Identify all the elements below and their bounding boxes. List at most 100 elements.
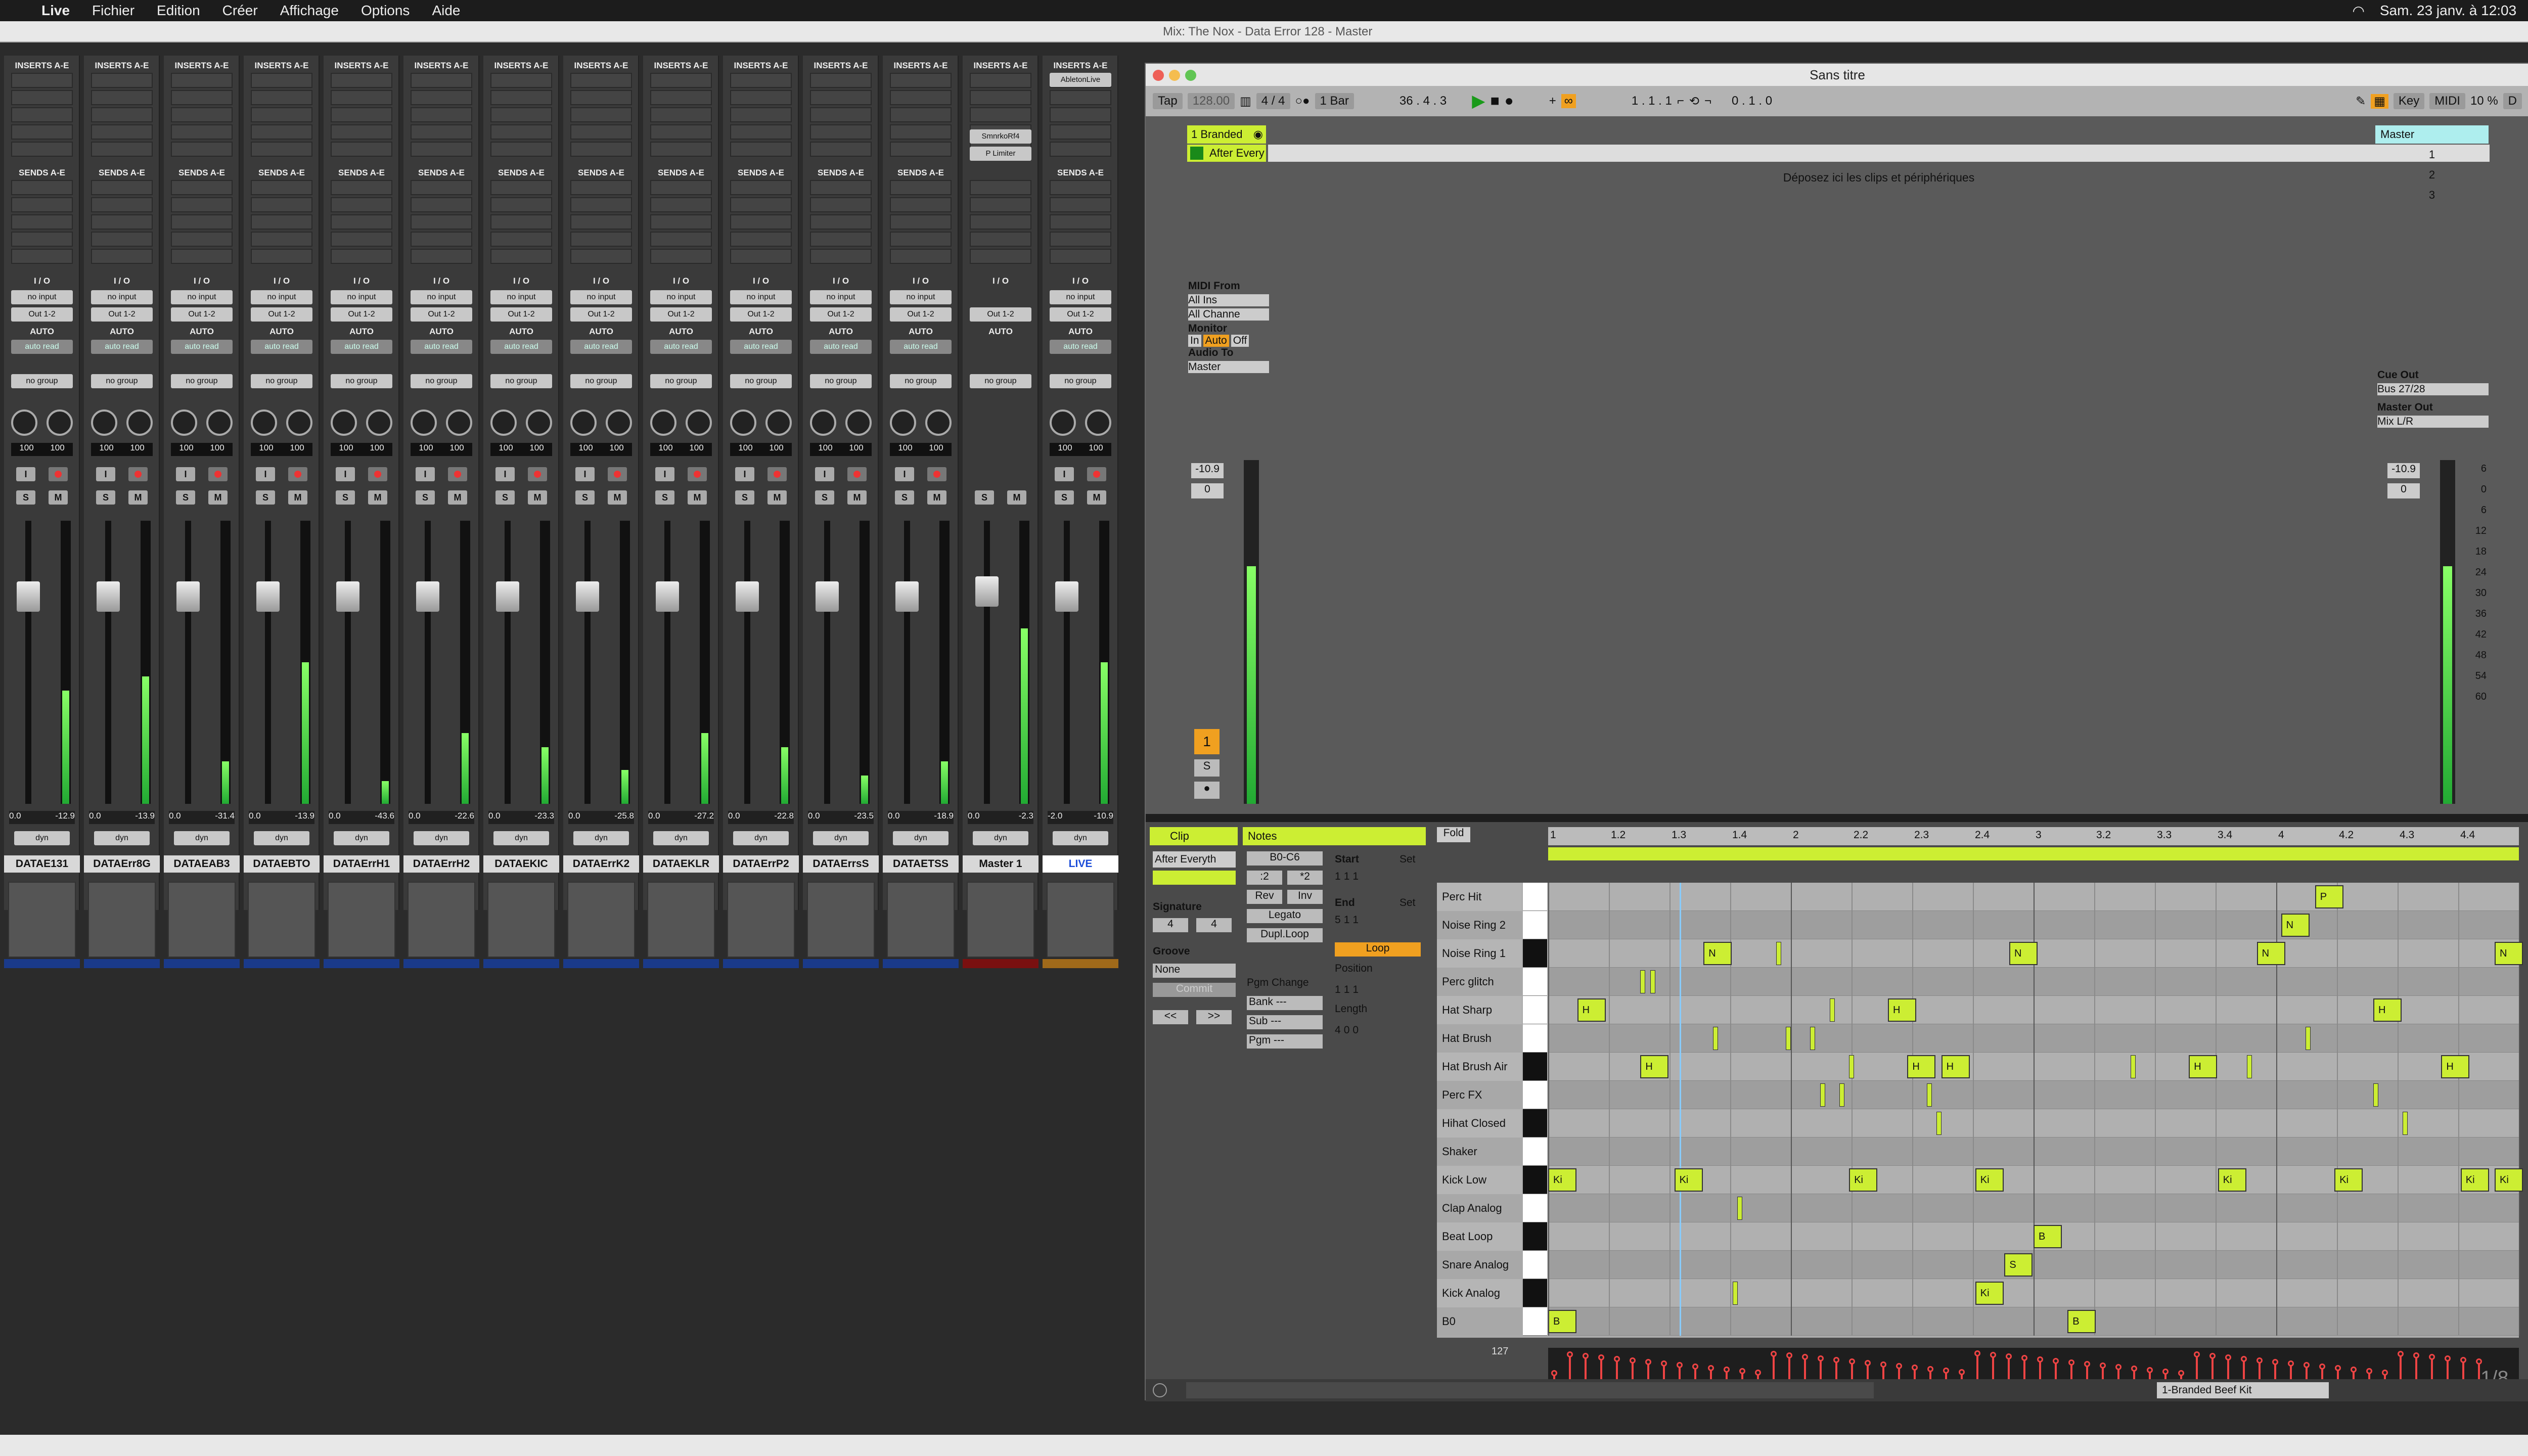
- automation-mode-select[interactable]: auto read: [91, 340, 153, 354]
- track-name[interactable]: DATAEKIC: [483, 855, 559, 873]
- master-pan-field[interactable]: 0: [2387, 483, 2420, 498]
- automation-mode-select[interactable]: auto read: [251, 340, 312, 354]
- send-slot[interactable]: [251, 232, 312, 247]
- insert-slot[interactable]: [650, 124, 712, 140]
- volume-value[interactable]: 0.0: [329, 811, 341, 824]
- volume-fader[interactable]: [176, 581, 200, 612]
- insert-slot[interactable]: [11, 142, 73, 157]
- mute-button[interactable]: M: [847, 490, 867, 505]
- insert-slot[interactable]: [11, 107, 73, 122]
- volume-value[interactable]: 0.0: [89, 811, 101, 824]
- insert-slot[interactable]: [11, 90, 73, 105]
- velocity-handle[interactable]: [2272, 1359, 2278, 1365]
- insert-slot[interactable]: [490, 142, 552, 157]
- master-volume-field[interactable]: -10.9: [2387, 463, 2420, 478]
- signature-numerator[interactable]: 4: [1153, 918, 1188, 932]
- insert-slot[interactable]: [570, 124, 632, 140]
- insert-slot[interactable]: [1050, 124, 1111, 140]
- loop-icon[interactable]: ⟲: [1689, 94, 1699, 109]
- solo-button[interactable]: S: [655, 490, 674, 505]
- master-out-select[interactable]: Mix L/R: [2377, 416, 2489, 428]
- master-header[interactable]: Master: [2375, 125, 2489, 144]
- output-select[interactable]: Out 1-2: [890, 307, 952, 322]
- midi-note[interactable]: [1936, 1112, 1942, 1135]
- volume-value[interactable]: -2.0: [1048, 811, 1062, 824]
- tap-button[interactable]: Tap: [1153, 93, 1183, 109]
- pan-left-knob[interactable]: [11, 410, 37, 436]
- midi-note[interactable]: B: [2067, 1310, 2096, 1333]
- master-insert[interactable]: SmnrkoRf4: [970, 129, 1031, 144]
- send-slot[interactable]: [570, 180, 632, 195]
- output-select[interactable]: Out 1-2: [810, 307, 872, 322]
- solo-button[interactable]: S: [895, 490, 914, 505]
- mute-button[interactable]: M: [208, 490, 228, 505]
- midi-note[interactable]: Ki: [1674, 1168, 1703, 1192]
- insert-slot[interactable]: [411, 124, 472, 140]
- velocity-handle[interactable]: [2398, 1351, 2404, 1357]
- scene-2[interactable]: 2: [2375, 165, 2489, 185]
- velocity-handle[interactable]: [2178, 1370, 2184, 1376]
- dyn-button[interactable]: dyn: [334, 831, 389, 845]
- midi-note[interactable]: N: [2256, 942, 2285, 965]
- solo-button[interactable]: S: [336, 490, 355, 505]
- pan-left-knob[interactable]: [411, 410, 437, 436]
- midi-note[interactable]: N: [1703, 942, 1732, 965]
- group-select[interactable]: no group: [810, 374, 872, 388]
- midi-note[interactable]: [1849, 1055, 1855, 1078]
- velocity-handle[interactable]: [2068, 1359, 2074, 1366]
- automation-mode-select[interactable]: auto read: [490, 340, 552, 354]
- halve-button[interactable]: :2: [1247, 871, 1282, 885]
- midi-note[interactable]: S: [2004, 1253, 2033, 1277]
- input-monitor-button[interactable]: I: [96, 467, 115, 481]
- dyn-button[interactable]: dyn: [414, 831, 469, 845]
- send-slot[interactable]: [251, 214, 312, 230]
- velocity-handle[interactable]: [1833, 1357, 1839, 1363]
- drum-row-label[interactable]: Hat Brush Air: [1437, 1053, 1522, 1081]
- position-bar[interactable]: 1: [1335, 984, 1341, 996]
- mute-button[interactable]: M: [128, 490, 148, 505]
- insert-slot[interactable]: [331, 73, 392, 88]
- group-select[interactable]: no group: [1050, 374, 1111, 388]
- insert-slot[interactable]: [490, 107, 552, 122]
- volume-fader[interactable]: [736, 581, 759, 612]
- insert-slot[interactable]: [890, 107, 952, 122]
- insert-slot[interactable]: [970, 73, 1031, 88]
- pan-right-knob[interactable]: [126, 410, 153, 436]
- volume-fader[interactable]: [416, 581, 439, 612]
- audio-to-select[interactable]: Master: [1188, 361, 1269, 373]
- insert-slot[interactable]: [11, 124, 73, 140]
- send-slot[interactable]: [251, 249, 312, 264]
- send-slot[interactable]: [570, 232, 632, 247]
- send-slot[interactable]: [730, 197, 792, 212]
- pan-left-knob[interactable]: [251, 410, 277, 436]
- send-slot[interactable]: [970, 232, 1031, 247]
- group-select[interactable]: no group: [11, 374, 73, 388]
- drum-row-label[interactable]: Kick Analog: [1437, 1279, 1522, 1307]
- dyn-button[interactable]: dyn: [733, 831, 789, 845]
- velocity-handle[interactable]: [2053, 1358, 2059, 1364]
- insert-slot[interactable]: [91, 142, 153, 157]
- info-toggle-icon[interactable]: [1153, 1383, 1167, 1397]
- midi-from-select[interactable]: All Ins: [1188, 294, 1269, 306]
- insert-slot[interactable]: [91, 73, 153, 88]
- drum-row-label[interactable]: Perc Hit: [1437, 883, 1522, 911]
- signature-denominator[interactable]: 4: [1196, 918, 1232, 932]
- velocity-handle[interactable]: [2319, 1363, 2325, 1370]
- notes-panel-header[interactable]: Notes: [1243, 827, 1426, 845]
- output-select[interactable]: Out 1-2: [331, 307, 392, 322]
- input-monitor-button[interactable]: I: [895, 467, 914, 481]
- insert-slot[interactable]: [970, 90, 1031, 105]
- piano-key[interactable]: [1523, 1222, 1547, 1251]
- pan-right-knob[interactable]: [606, 410, 632, 436]
- pan-left-knob[interactable]: [810, 410, 836, 436]
- comments-box[interactable]: [647, 882, 715, 958]
- midi-note[interactable]: Ki: [2495, 1168, 2523, 1192]
- solo-button[interactable]: S: [735, 490, 754, 505]
- volume-fader[interactable]: [1055, 581, 1078, 612]
- record-arm-button[interactable]: [49, 467, 68, 481]
- insert-slot[interactable]: [251, 142, 312, 157]
- input-select[interactable]: no input: [810, 290, 872, 304]
- send-slot[interactable]: [171, 214, 233, 230]
- track-volume-field[interactable]: -10.9: [1191, 463, 1224, 478]
- send-slot[interactable]: [171, 249, 233, 264]
